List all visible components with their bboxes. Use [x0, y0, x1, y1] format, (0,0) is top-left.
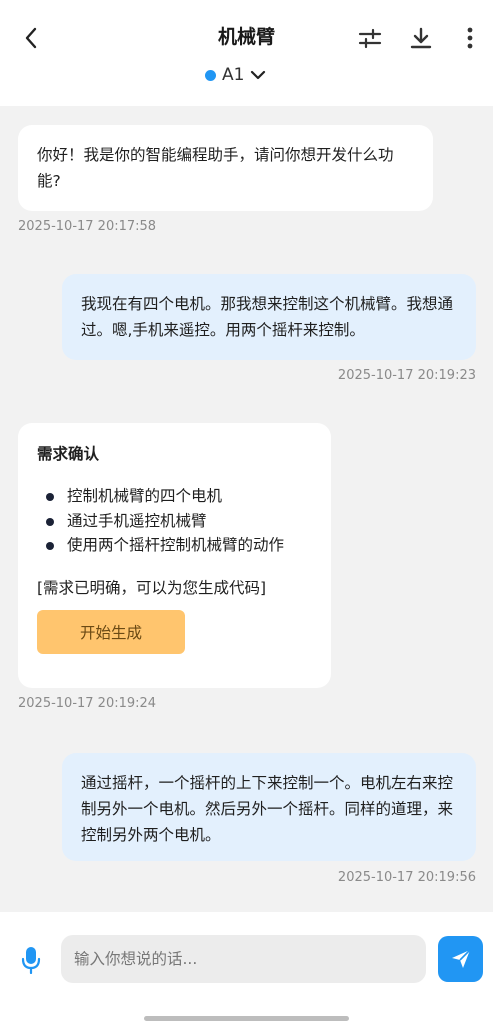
user-message: 通过摇杆，一个摇杆的上下来控制一个。电机左右来控制另外一个电机。然后另外一个摇杆… — [62, 753, 476, 861]
message-input[interactable] — [61, 935, 426, 983]
message-timestamp: 2025-10-17 20:19:56 — [337, 870, 476, 885]
requirement-item: 控制机械臂的四个电机 — [37, 484, 313, 509]
message-timestamp: 2025-10-17 20:19:23 — [337, 368, 476, 383]
device-selector[interactable]: A1 — [205, 62, 266, 88]
sliders-icon — [358, 28, 382, 49]
requirement-item: 通过手机遥控机械臂 — [37, 509, 313, 534]
card-title: 需求确认 — [37, 445, 100, 463]
user-message: 我现在有四个电机。那我想来控制这个机械臂。我想通过。嗯,手机来遥控。用两个摇杆来… — [62, 274, 476, 360]
download-button[interactable] — [407, 24, 435, 52]
card-note: [需求已明确，可以为您生成代码] — [37, 578, 267, 597]
device-label: A1 — [222, 65, 245, 85]
chevron-down-icon — [251, 70, 266, 80]
home-indicator — [144, 1016, 349, 1021]
app-header: 机械臂 A1 — [0, 0, 493, 106]
voice-input-button[interactable] — [18, 945, 44, 975]
assistant-message: 你好！我是你的智能编程助手，请问你想开发什么功能? — [18, 125, 433, 211]
more-button[interactable] — [456, 24, 484, 52]
chat-area[interactable]: 你好！我是你的智能编程助手，请问你想开发什么功能? 2025-10-17 20:… — [0, 106, 493, 912]
microphone-icon — [21, 947, 41, 974]
requirement-item: 使用两个摇杆控制机械臂的动作 — [37, 533, 313, 558]
start-generate-button[interactable]: 开始生成 — [37, 609, 185, 654]
message-timestamp: 2025-10-17 20:19:24 — [18, 696, 157, 711]
device-status-dot — [205, 69, 216, 81]
message-text: 通过摇杆，一个摇杆的上下来控制一个。电机左右来控制另外一个电机。然后另外一个摇杆… — [81, 774, 454, 844]
message-timestamp: 2025-10-17 20:17:58 — [18, 219, 157, 234]
requirement-list: 控制机械臂的四个电机 通过手机遥控机械臂 使用两个摇杆控制机械臂的动作 — [37, 484, 313, 558]
message-text: 我现在有四个电机。那我想来控制这个机械臂。我想通过。嗯,手机来遥控。用两个摇杆来… — [81, 295, 454, 339]
settings-button[interactable] — [356, 24, 384, 52]
send-button[interactable] — [438, 936, 483, 982]
more-vertical-icon — [467, 27, 473, 49]
requirement-card: 需求确认 控制机械臂的四个电机 通过手机遥控机械臂 使用两个摇杆控制机械臂的动作… — [18, 423, 331, 688]
message-text: 你好！我是你的智能编程助手，请问你想开发什么功能? — [37, 146, 394, 190]
send-icon — [451, 949, 471, 968]
download-icon — [410, 27, 432, 49]
